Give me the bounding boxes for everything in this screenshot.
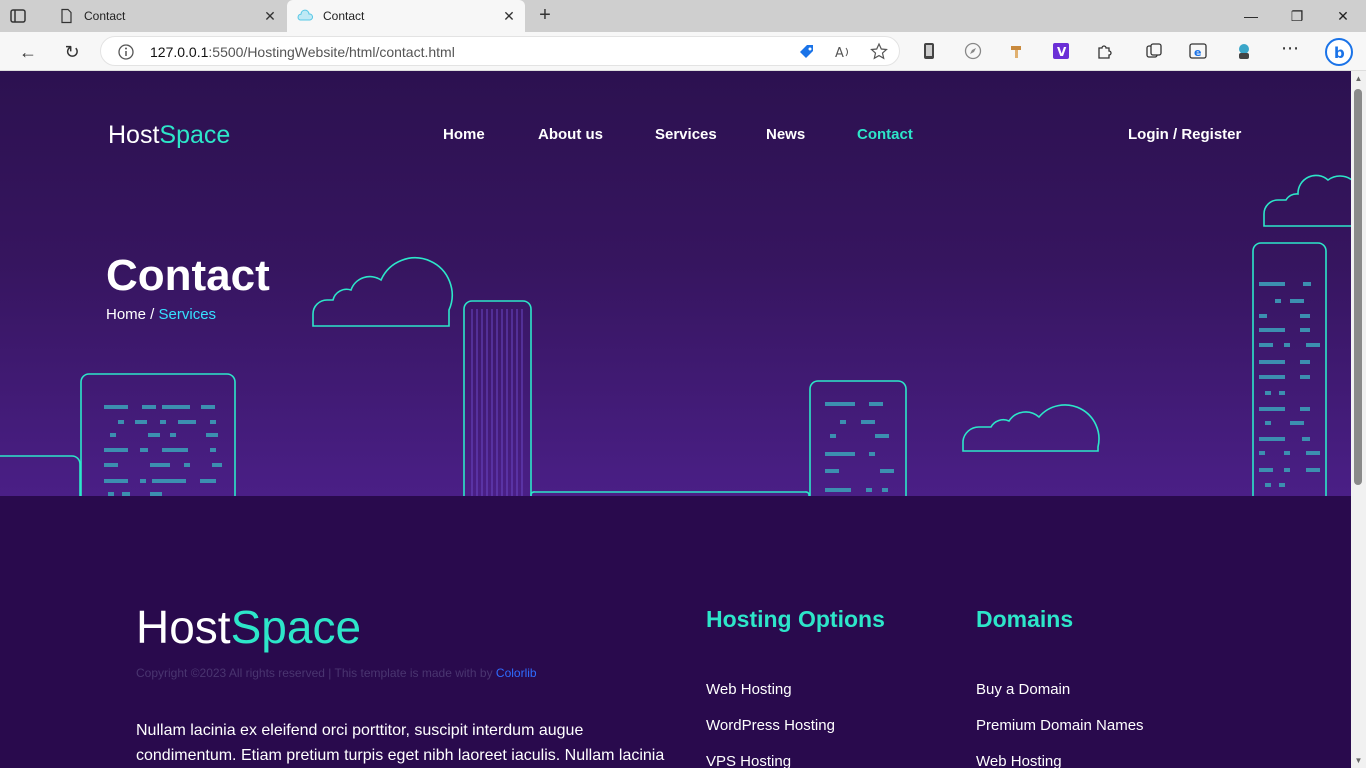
refresh-icon[interactable]: ↻ — [60, 40, 84, 64]
minimize-icon[interactable]: — — [1228, 0, 1274, 32]
profile-avatar-icon[interactable] — [1234, 41, 1254, 61]
footer-link-vps-hosting[interactable]: VPS Hosting — [706, 753, 791, 768]
bing-chat-icon[interactable]: b — [1324, 37, 1354, 67]
svg-text:A: A — [835, 46, 844, 61]
scroll-up-arrow-icon[interactable]: ▲ — [1351, 71, 1366, 86]
footer-link-web-hosting-2[interactable]: Web Hosting — [976, 753, 1062, 768]
browser-tab-active[interactable]: Contact ✕ — [287, 0, 525, 32]
svg-text:e: e — [1194, 46, 1201, 59]
restore-icon[interactable]: ❐ — [1274, 0, 1320, 32]
footer-link-web-hosting[interactable]: Web Hosting — [706, 681, 792, 698]
extension-phone-icon[interactable] — [919, 41, 939, 61]
compass-icon[interactable] — [963, 41, 983, 61]
copyright-text: Copyright ©2023 All rights reserved | Th… — [136, 666, 537, 680]
footer-link-premium-domains[interactable]: Premium Domain Names — [976, 717, 1144, 734]
breadcrumb-separator: / — [146, 306, 159, 323]
read-aloud-icon[interactable]: A — [833, 42, 853, 62]
site-footer: HostSpace Copyright ©2023 All rights res… — [0, 496, 1351, 768]
web-page: HostSpace Home About us Services News Co… — [0, 71, 1351, 768]
window-close-icon[interactable]: ✕ — [1320, 0, 1366, 32]
svg-text:b: b — [1334, 44, 1345, 62]
domains-heading: Domains — [976, 606, 1074, 632]
svg-text:V: V — [1057, 45, 1067, 59]
sidebar-toggle-icon[interactable] — [8, 6, 28, 26]
tab-title: Contact — [84, 9, 126, 23]
collections-icon[interactable] — [1144, 41, 1164, 61]
colorlib-link[interactable]: Colorlib — [496, 666, 537, 680]
extensions-puzzle-icon[interactable] — [1095, 41, 1115, 61]
favorite-add-icon[interactable] — [869, 42, 889, 62]
cloud-icon — [297, 9, 313, 21]
site-logo[interactable]: HostSpace — [108, 121, 230, 150]
breadcrumb: Home / Services — [106, 306, 216, 323]
scrollbar-thumb[interactable] — [1354, 89, 1362, 485]
breadcrumb-home[interactable]: Home — [106, 306, 146, 323]
page-icon — [61, 8, 72, 24]
nav-contact[interactable]: Contact — [857, 126, 913, 143]
nav-home[interactable]: Home — [443, 126, 485, 143]
new-tab-icon[interactable]: + — [534, 4, 556, 26]
ie-mode-icon[interactable]: e — [1188, 41, 1208, 61]
browser-tab[interactable]: Contact ✕ — [48, 0, 286, 32]
footer-link-buy-domain[interactable]: Buy a Domain — [976, 681, 1070, 698]
nav-news[interactable]: News — [766, 126, 805, 143]
nav-about-us[interactable]: About us — [538, 126, 603, 143]
tab-title: Contact — [323, 9, 365, 23]
hammer-extension-icon[interactable] — [1007, 41, 1027, 61]
footer-logo[interactable]: HostSpace — [136, 600, 361, 654]
breadcrumb-current[interactable]: Services — [159, 306, 217, 323]
browser-tab-bar: Contact ✕ Contact ✕ + — ❐ ✕ — [0, 0, 1366, 32]
hosting-options-heading: Hosting Options — [706, 606, 885, 632]
back-icon[interactable]: ← — [16, 40, 40, 64]
footer-link-wordpress-hosting[interactable]: WordPress Hosting — [706, 717, 835, 734]
browser-toolbar: ← ↻ 127.0.0.1:5500/HostingWebsite/html/c… — [0, 32, 1366, 71]
close-icon[interactable]: ✕ — [260, 8, 280, 25]
info-icon[interactable] — [117, 43, 135, 61]
hero-section: HostSpace Home About us Services News Co… — [0, 71, 1351, 496]
address-bar[interactable]: 127.0.0.1:5500/HostingWebsite/html/conta… — [100, 36, 900, 66]
more-options-icon[interactable]: ⋯ — [1280, 38, 1300, 58]
page-scrollbar[interactable]: ▲ ▼ — [1351, 71, 1366, 768]
tag-icon[interactable] — [797, 42, 817, 62]
nav-services[interactable]: Services — [655, 126, 717, 143]
page-title: Contact — [106, 251, 270, 300]
url-text: 127.0.0.1:5500/HostingWebsite/html/conta… — [150, 44, 455, 60]
close-icon[interactable]: ✕ — [499, 8, 519, 25]
v-extension-icon[interactable]: V — [1051, 41, 1071, 61]
footer-description: Nullam lacinia ex eleifend orci porttito… — [136, 722, 665, 764]
login-register-link[interactable]: Login / Register — [1128, 126, 1241, 143]
scroll-down-arrow-icon[interactable]: ▼ — [1351, 753, 1366, 768]
